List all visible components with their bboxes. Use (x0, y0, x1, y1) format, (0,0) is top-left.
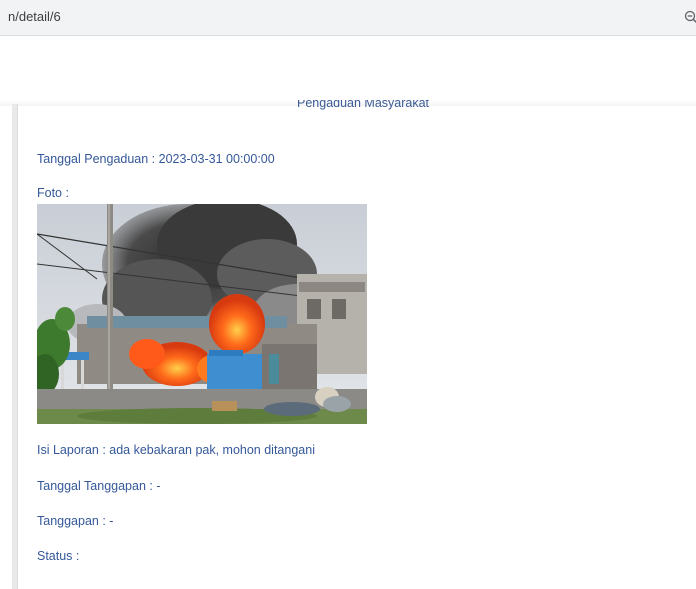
page-title: Pengaduan Masyarakat (297, 96, 430, 110)
status: Status : (37, 549, 80, 563)
foto-label: Foto : (37, 186, 69, 200)
isi-laporan: Isi Laporan : ada kebakaran pak, mohon d… (37, 443, 315, 457)
left-border (12, 104, 18, 589)
zoom-out-icon[interactable] (684, 10, 696, 24)
tanggal-tanggapan: Tanggal Tanggapan : - (37, 479, 161, 493)
tanggal-pengaduan: Tanggal Pengaduan : 2023-03-31 00:00:00 (37, 152, 275, 166)
tanggapan: Tanggapan : - (37, 514, 114, 528)
complaint-detail: Pengaduan Masyarakat Tanggal Pengaduan :… (37, 0, 677, 589)
complaint-photo (37, 204, 367, 424)
